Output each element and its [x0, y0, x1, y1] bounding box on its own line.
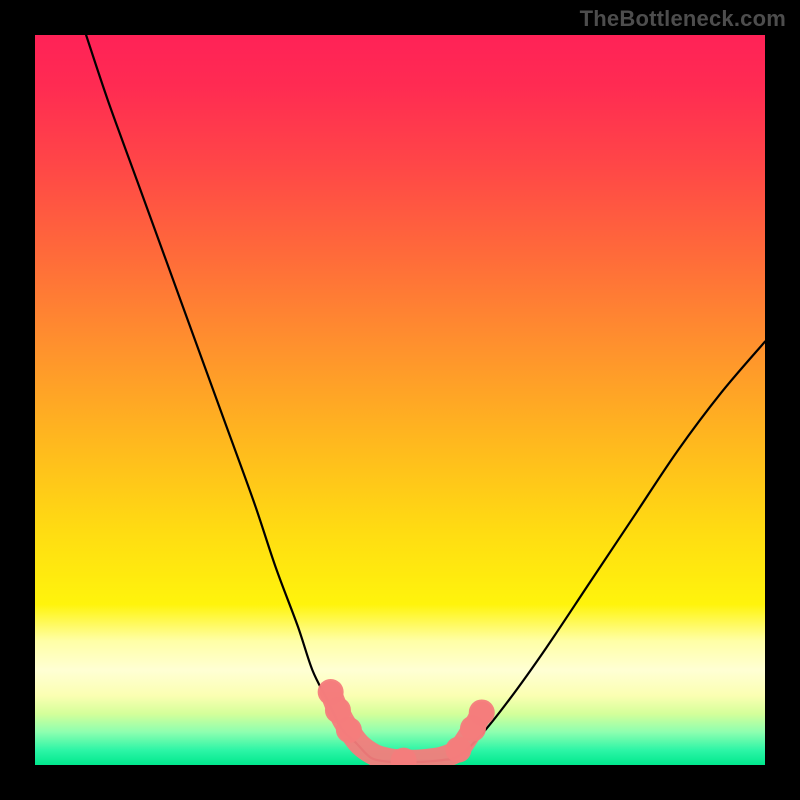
plot-area [35, 35, 765, 765]
chart-frame: TheBottleneck.com [0, 0, 800, 800]
watermark: TheBottleneck.com [580, 6, 786, 32]
gradient-background [35, 35, 765, 765]
marker-dot [336, 717, 362, 743]
marker-dot [445, 737, 471, 763]
chart-svg [35, 35, 765, 765]
marker-dot [469, 699, 495, 725]
